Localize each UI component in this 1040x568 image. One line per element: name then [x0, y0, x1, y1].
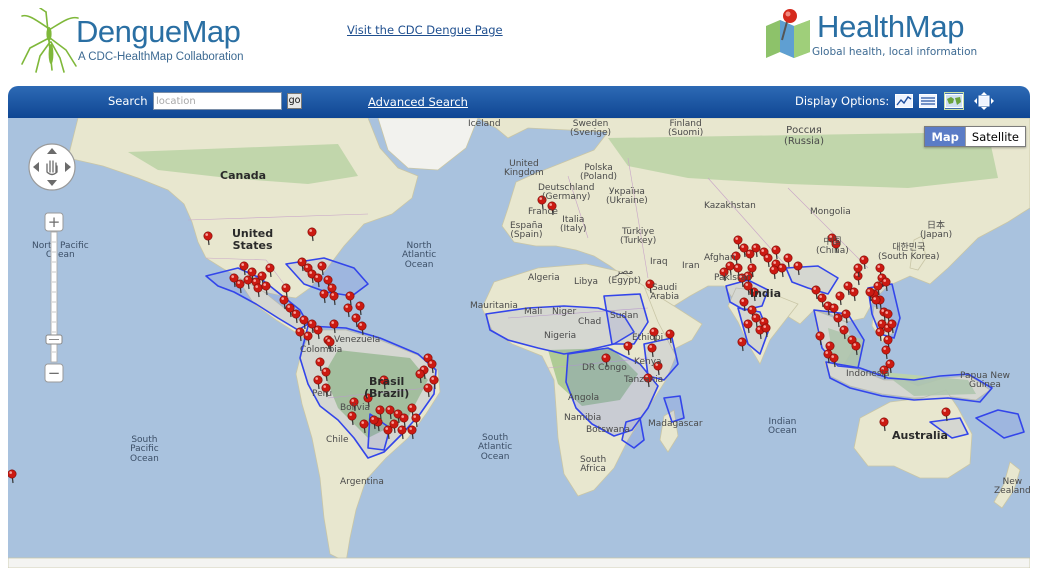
label-argentina: Argentina [340, 477, 384, 487]
world-map-canvas [8, 118, 1030, 568]
label-colombia: Colombia [300, 345, 343, 355]
denguemap-title: DengueMap [76, 14, 241, 49]
list-icon [919, 94, 937, 108]
fullscreen-view-button[interactable] [974, 92, 994, 110]
label-russia: Россия (Russia) [784, 125, 824, 147]
label-afghanistan: Afghan [704, 253, 736, 263]
map-type-satellite-button[interactable]: Satellite [964, 127, 1025, 146]
label-iceland: Iceland [468, 119, 501, 129]
world-map[interactable]: Iceland Sweden (Sverige) Finland (Suomi) Р… [8, 118, 1030, 568]
label-papua: Papua New Guinea [960, 371, 1010, 391]
label-china: 中国 (China) [816, 237, 849, 257]
label-dr-congo: DR Congo [582, 363, 627, 373]
label-united-states: United States [232, 227, 274, 252]
outbreak-marker[interactable] [355, 301, 365, 316]
map-type-switch: Map Satellite [924, 126, 1026, 147]
label-finland: Finland (Suomi) [668, 119, 704, 139]
label-angola: Angola [568, 393, 600, 403]
map-view-button[interactable] [944, 92, 964, 110]
outbreak-marker[interactable] [737, 337, 747, 352]
folded-map-pin-icon [766, 9, 810, 58]
search-label: Search [108, 94, 148, 108]
label-poland: Polska (Poland) [580, 163, 618, 183]
chart-icon [895, 94, 913, 108]
label-sudan: Sudan [610, 311, 639, 321]
outbreak-marker[interactable] [295, 327, 305, 342]
healthmap-logo[interactable]: HealthMap Global health, local informati… [762, 2, 1022, 72]
advanced-search-link[interactable]: Advanced Search [368, 95, 468, 109]
healthmap-tagline: Global health, local information [812, 46, 978, 58]
label-italy: Italia (Italy) [560, 215, 587, 235]
map-type-map-button[interactable]: Map [925, 127, 965, 146]
go-button[interactable]: go [287, 93, 302, 109]
minus-icon: − [48, 364, 61, 382]
label-sweden: Sweden (Sverige) [570, 119, 612, 139]
label-kenya: Kenya [634, 357, 662, 367]
label-algeria: Algeria [528, 273, 560, 283]
label-peru: Peru [312, 389, 333, 399]
label-canada: Canada [220, 169, 267, 182]
label-ukraine: Україна (Ukraine) [606, 187, 648, 207]
outbreak-marker[interactable] [319, 289, 329, 304]
label-libya: Libya [574, 277, 599, 287]
zoom-control[interactable]: + − [44, 212, 64, 384]
denguemap-logo[interactable]: DengueMap A CDC-HealthMap Collaboration [18, 8, 268, 74]
label-south-pacific: South Pacific Ocean [130, 435, 159, 464]
outbreak-marker[interactable] [8, 469, 17, 484]
label-australia: Australia [892, 429, 948, 442]
label-chad: Chad [578, 317, 602, 327]
outbreak-marker[interactable] [343, 303, 353, 318]
label-mauritania: Mauritania [470, 301, 518, 311]
denguemap-tagline: A CDC-HealthMap Collaboration [78, 51, 244, 63]
label-turkey: Türkiye (Turkey) [620, 227, 657, 247]
label-tanzania: Tanzania [624, 375, 664, 385]
plus-icon: + [48, 213, 61, 231]
label-chile: Chile [326, 435, 349, 445]
label-indian-ocean: Indian Ocean [768, 417, 797, 437]
fullscreen-icon [974, 92, 994, 110]
label-germany: Deutschland (Germany) [538, 183, 595, 203]
label-japan: 日本 (Japan) [920, 221, 953, 241]
search-input[interactable] [153, 92, 282, 110]
label-niger: Niger [552, 307, 577, 317]
label-south-africa: South Africa [580, 455, 607, 475]
label-bolivia: Bolivia [340, 403, 371, 413]
label-new-zealand: New Zealand [994, 477, 1030, 497]
label-spain: España (Spain) [510, 221, 543, 241]
label-north-atlantic: North Atlantic Ocean [402, 241, 437, 270]
outbreak-marker[interactable] [329, 291, 339, 306]
label-ethiopia: Ethiopi [632, 333, 664, 343]
label-mali: Mali [524, 307, 543, 317]
cdc-dengue-link[interactable]: Visit the CDC Dengue Page [347, 23, 503, 37]
label-botswana: Botswana [586, 425, 630, 435]
toolbar: Search go Advanced Search Display Option… [8, 86, 1030, 118]
label-india: India [750, 287, 781, 300]
mosquito-icon [21, 8, 79, 73]
label-kazakhstan: Kazakhstan [704, 201, 756, 211]
header: DengueMap A CDC-HealthMap Collaboration … [0, 0, 1040, 85]
label-nigeria: Nigeria [544, 331, 577, 341]
label-egypt: مصر (Egypt) [608, 267, 641, 287]
label-france: France [528, 207, 558, 217]
label-south-atlantic: South Atlantic Ocean [478, 433, 513, 462]
label-brazil: Brasil (Brazil) [364, 375, 410, 400]
healthmap-title: HealthMap [817, 9, 965, 44]
label-iran: Iran [682, 261, 700, 271]
label-mongolia: Mongolia [810, 207, 851, 217]
display-options-label: Display Options: [795, 94, 890, 108]
label-south-korea: 대한민국 (South Korea) [878, 243, 940, 263]
label-pakistan: Pakistan [714, 273, 752, 283]
label-uk: United Kingdom [504, 159, 544, 179]
list-view-button[interactable] [918, 92, 938, 110]
label-iraq: Iraq [650, 257, 668, 267]
label-namibia: Namibia [564, 413, 602, 423]
label-madagascar: Madagascar [648, 419, 703, 429]
label-indonesia: Indonesia [846, 369, 890, 379]
label-saudi: Saudi Arabia [650, 283, 680, 303]
outbreak-marker[interactable] [345, 291, 355, 306]
pan-control[interactable] [26, 142, 78, 192]
chart-view-button[interactable] [894, 92, 914, 110]
map-icon [945, 94, 963, 108]
outbreak-marker[interactable] [881, 345, 891, 360]
